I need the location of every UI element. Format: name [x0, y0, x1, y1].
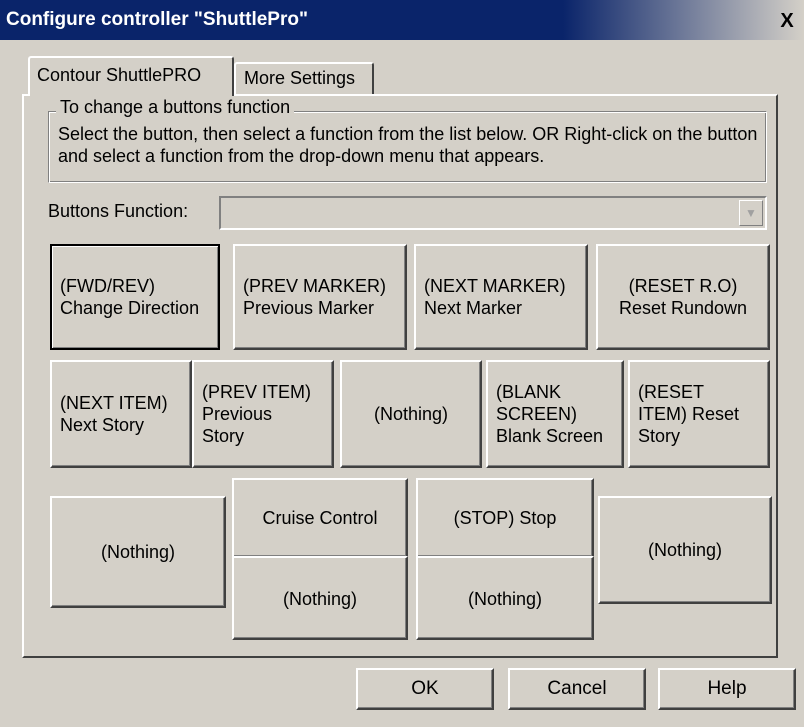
button-line: Cruise Control [262, 508, 378, 528]
shuttle-button-cruise-below[interactable]: (Nothing) [232, 556, 408, 640]
button-line: Change Direction [60, 298, 200, 318]
button-line: (Nothing) [467, 589, 543, 609]
button-line: (Nothing) [373, 404, 449, 424]
help-button[interactable]: Help [658, 668, 796, 710]
button-line: (RESET R.O) [628, 276, 738, 296]
tab-more-settings[interactable]: More Settings [234, 62, 374, 96]
groupbox-legend: To change a buttons function [56, 97, 295, 118]
button-line: (BLANK [496, 382, 562, 402]
title-bar: Configure controller "ShuttlePro" [0, 0, 804, 40]
close-button[interactable]: X [774, 10, 800, 32]
window-title: Configure controller "ShuttlePro" [6, 9, 308, 30]
tab-contour-shuttlepro[interactable]: Contour ShuttlePRO [28, 56, 234, 96]
instructions-text: Select the button, then select a functio… [58, 124, 758, 166]
shuttle-button-reset-item[interactable]: (RESET ITEM) Reset Story [628, 360, 770, 468]
button-line: Next Story [60, 415, 145, 435]
buttons-function-select[interactable]: ▼ [219, 196, 767, 230]
button-line: SCREEN) [496, 404, 578, 424]
cancel-button[interactable]: Cancel [508, 668, 646, 710]
shuttle-button-prev-marker[interactable]: (PREV MARKER) Previous Marker [233, 244, 407, 350]
button-line: (STOP) Stop [453, 508, 557, 528]
button-line: Story [202, 426, 245, 446]
shuttle-button-next-marker[interactable]: (NEXT MARKER) Next Marker [414, 244, 588, 350]
button-line: (Nothing) [282, 589, 358, 609]
buttons-function-label: Buttons Function: [48, 201, 189, 221]
button-line: Story [638, 426, 681, 446]
dropdown-arrow-icon[interactable]: ▼ [739, 200, 763, 226]
button-line: Previous [202, 404, 273, 424]
button-line: Blank Screen [496, 426, 604, 446]
button-line: (NEXT MARKER) [424, 276, 566, 296]
shuttle-button-stop-below[interactable]: (Nothing) [416, 556, 594, 640]
shuttle-button-reset-ro[interactable]: (RESET R.O) Reset Rundown [596, 244, 770, 350]
shuttle-button-blank-screen[interactable]: (BLANK SCREEN) Blank Screen [486, 360, 624, 468]
ok-button[interactable]: OK [356, 668, 494, 710]
shuttle-button-bottom-right[interactable]: (Nothing) [598, 496, 772, 604]
button-line: (FWD/REV) [60, 276, 155, 296]
button-line: Previous Marker [243, 298, 375, 318]
button-line: (RESET [638, 382, 705, 402]
shuttle-button-nothing[interactable]: (Nothing) [340, 360, 482, 468]
button-line: (PREV MARKER) [243, 276, 387, 296]
shuttle-button-prev-item[interactable]: (PREV ITEM) Previous Story [192, 360, 334, 468]
shuttle-button-cruise-control[interactable]: Cruise Control [232, 478, 408, 558]
button-line: Reset Rundown [618, 298, 748, 318]
button-line: Next Marker [424, 298, 523, 318]
shuttle-button-bottom-left[interactable]: (Nothing) [50, 496, 226, 608]
shuttle-button-next-item[interactable]: (NEXT ITEM) Next Story [50, 360, 192, 468]
button-line: (Nothing) [100, 542, 176, 562]
button-line: (NEXT ITEM) [60, 393, 168, 413]
button-line: (Nothing) [647, 540, 723, 560]
button-line: (PREV ITEM) [202, 382, 312, 402]
shuttle-button-stop[interactable]: (STOP) Stop [416, 478, 594, 558]
shuttle-button-fwd-rev[interactable]: (FWD/REV) Change Direction [50, 244, 220, 350]
button-line: ITEM) Reset [638, 404, 740, 424]
